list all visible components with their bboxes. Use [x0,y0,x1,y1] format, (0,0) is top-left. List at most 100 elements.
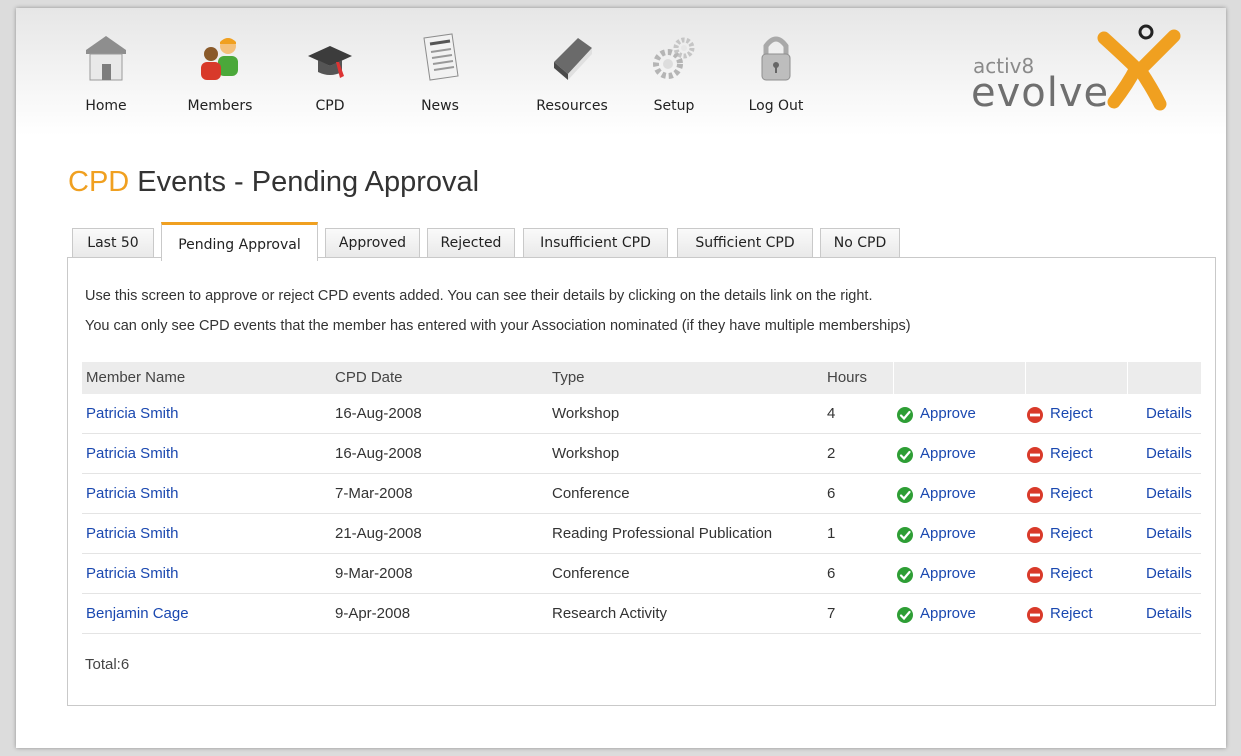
tab-no-cpd[interactable]: No CPD [820,228,900,257]
approve-button[interactable]: Approve [896,434,1006,473]
type-cell: Workshop [552,405,620,422]
cpd-date-cell: 16-Aug-2008 [335,445,422,462]
newspaper-icon [416,32,464,84]
info-text-line-1: Use this screen to approve or reject CPD… [85,288,873,304]
nav-news-label: News [421,98,459,114]
approve-label: Approve [920,405,976,422]
nav-cpd-label: CPD [315,98,345,114]
nav-log-out-label: Log Out [748,98,804,114]
tab-approved[interactable]: Approved [325,228,420,257]
brand-figure-icon [1097,24,1181,111]
header-cpd-date: CPD Date [335,369,403,386]
approve-button[interactable]: Approve [896,594,1006,633]
member-name-link[interactable]: Benjamin Cage [86,594,189,633]
type-cell: Conference [552,565,630,582]
hours-cell: 1 [827,525,836,542]
page-title-accent: CPD [68,166,130,198]
nav-members-label: Members [187,98,253,114]
reject-label: Reject [1050,565,1093,582]
header-hours: Hours [827,369,868,386]
top-navigation-bar: Home Members CPD News Resources Setup Lo… [16,8,1226,136]
approve-button[interactable]: Approve [896,514,1006,553]
details-link[interactable]: Details [1146,594,1192,633]
hours-cell: 6 [827,485,836,502]
reject-button[interactable]: Reject [1026,594,1116,633]
member-name-link[interactable]: Patricia Smith [86,394,179,433]
cpd-date-cell: 16-Aug-2008 [335,405,422,422]
details-link[interactable]: Details [1146,434,1192,473]
hours-cell: 2 [827,445,836,462]
reject-label: Reject [1050,525,1093,542]
reject-button[interactable]: Reject [1026,394,1116,433]
nav-news[interactable]: News [408,26,472,122]
approve-label: Approve [920,565,976,582]
tab-pending-approval[interactable]: Pending Approval [161,222,318,261]
page-title-rest: Events - Pending Approval [129,166,480,198]
nav-home[interactable]: Home [68,26,144,122]
table-row: Benjamin Cage 9-Apr-2008 Research Activity… [82,594,1201,634]
header-separator [893,362,894,394]
details-link[interactable]: Details [1146,514,1192,553]
cpd-date-cell: 9-Mar-2008 [335,565,413,582]
hours-cell: 4 [827,405,836,422]
details-link[interactable]: Details [1146,554,1192,593]
tab-last-50[interactable]: Last 50 [72,228,154,257]
hours-cell: 7 [827,605,836,622]
nav-log-out[interactable]: Log Out [736,26,816,122]
tab-rejected[interactable]: Rejected [427,228,515,257]
app-window: Home Members CPD News Resources Setup Lo… [16,8,1226,748]
member-name-link[interactable]: Patricia Smith [86,474,179,513]
hours-cell: 6 [827,565,836,582]
member-name-link[interactable]: Patricia Smith [86,514,179,553]
member-name-link[interactable]: Patricia Smith [86,434,179,473]
padlock-icon [752,32,800,84]
nav-setup-label: Setup [653,98,695,114]
type-cell: Workshop [552,445,620,462]
reject-button[interactable]: Reject [1026,514,1116,553]
type-cell: Conference [552,485,630,502]
nav-home-label: Home [85,98,127,114]
home-icon [82,32,130,84]
cpd-date-cell: 21-Aug-2008 [335,525,422,542]
approve-button[interactable]: Approve [896,554,1006,593]
cpd-date-cell: 9-Apr-2008 [335,605,411,622]
header-type: Type [552,369,585,386]
nav-setup[interactable]: Setup [642,26,706,122]
details-link[interactable]: Details [1146,474,1192,513]
gears-icon [650,32,698,84]
reject-label: Reject [1050,405,1093,422]
tab-insufficient-cpd[interactable]: Insufficient CPD [523,228,668,257]
type-cell: Research Activity [552,605,668,622]
reject-button[interactable]: Reject [1026,474,1116,513]
approve-button[interactable]: Approve [896,474,1006,513]
approve-label: Approve [920,605,976,622]
reject-button[interactable]: Reject [1026,554,1116,593]
page-title: CPD Events - Pending Approval [68,166,479,199]
approve-label: Approve [920,525,976,542]
table-row: Patricia Smith 9-Mar-2008 Conference 6 Appro… [82,554,1201,594]
table-row: Patricia Smith 16-Aug-2008 Workshop 4 Approv… [82,394,1201,434]
brand-logo: activ8 evolve [971,18,1191,118]
member-name-link[interactable]: Patricia Smith [86,554,179,593]
reject-button[interactable]: Reject [1026,434,1116,473]
tab-sufficient-cpd[interactable]: Sufficient CPD [677,228,813,257]
reject-label: Reject [1050,445,1093,462]
header-member-name: Member Name [86,369,186,386]
nav-cpd[interactable]: CPD [298,26,362,122]
table-row: Patricia Smith 16-Aug-2008 Workshop 2 Approv… [82,434,1201,474]
details-link[interactable]: Details [1146,394,1192,433]
approve-button[interactable]: Approve [896,394,1006,433]
content-panel: Use this screen to approve or reject CPD… [67,257,1216,706]
cpd-date-cell: 7-Mar-2008 [335,485,413,502]
members-icon [196,32,244,84]
total-count: Total:6 [85,656,130,673]
header-separator [1127,362,1128,394]
nav-resources-label: Resources [536,98,608,114]
table-header-row: Member Name CPD Date Type Hours [82,362,1201,394]
header-separator [1025,362,1026,394]
nav-resources[interactable]: Resources [522,26,622,122]
reject-label: Reject [1050,485,1093,502]
info-text-line-2: You can only see CPD events that the mem… [85,318,911,334]
nav-members[interactable]: Members [176,26,264,122]
table-row: Patricia Smith 21-Aug-2008 Reading Profess… [82,514,1201,554]
